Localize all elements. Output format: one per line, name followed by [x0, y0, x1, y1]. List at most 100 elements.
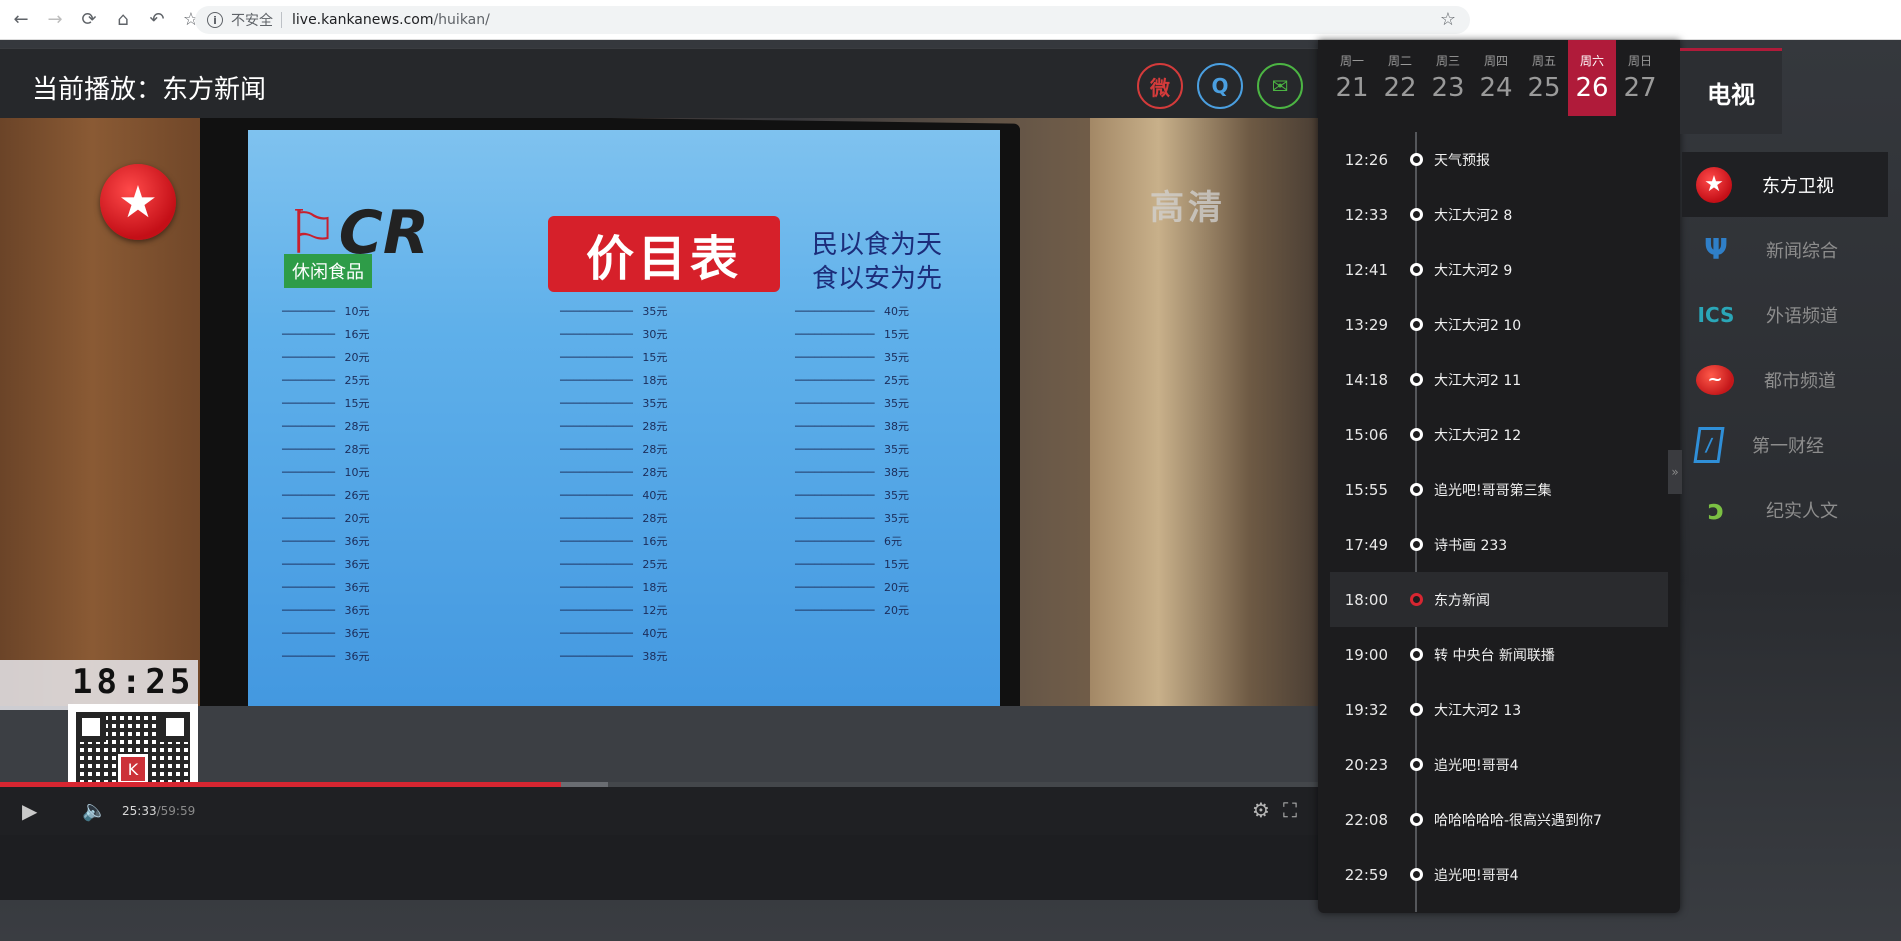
program-time: 14:18	[1344, 370, 1388, 389]
menu-row: ──────────── 6元	[795, 535, 902, 548]
weibo-icon[interactable]: 微	[1137, 63, 1183, 109]
program-item[interactable]: 12:26 天气预报	[1330, 132, 1668, 187]
program-name: 东方新闻	[1434, 593, 1490, 609]
collapse-chevron-icon[interactable]: »	[1668, 450, 1682, 494]
program-name: 诗书画 233	[1434, 538, 1508, 554]
program-item[interactable]: 15:06 大江大河2 12	[1330, 407, 1668, 462]
menu-row: ──────── 28元	[282, 443, 370, 456]
program-time: 18:00	[1344, 590, 1388, 609]
forward-icon[interactable]: →	[42, 7, 68, 33]
fullscreen-icon[interactable]: ⛶	[1283, 798, 1297, 822]
menu-row: ──────────── 35元	[795, 443, 909, 456]
price-list-title: 价目表	[548, 216, 780, 292]
menu-row: ──────── 36元	[282, 604, 370, 617]
dushi-icon: ~	[1696, 364, 1734, 395]
menu-row: ──────────── 38元	[795, 466, 909, 479]
timeline-dot-icon	[1410, 153, 1423, 166]
menu-row: ──────── 15元	[282, 397, 370, 410]
day-tab[interactable]: 周四 24	[1472, 40, 1520, 116]
settings-gear-icon[interactable]: ⚙	[1252, 798, 1270, 822]
program-item[interactable]: 12:41 大江大河2 9	[1330, 242, 1668, 297]
program-time: 12:26	[1344, 150, 1388, 169]
timeline-dot-icon	[1410, 758, 1423, 771]
program-item-current[interactable]: 18:00 东方新闻	[1330, 572, 1668, 627]
channel-item-jishi[interactable]: ↄ 纪实人文	[1682, 477, 1888, 542]
program-name: 追光吧!哥哥4	[1434, 758, 1519, 774]
channel-list: ★ 东方卫视 Ψ 新闻综合 ICS 外语频道 ~ 都市频道 / 第一财经 ↄ 纪…	[1682, 152, 1888, 542]
program-item[interactable]: 13:29 大江大河2 10	[1330, 297, 1668, 352]
program-item[interactable]: 12:33 大江大河2 8	[1330, 187, 1668, 242]
home-icon[interactable]: ⌂	[110, 7, 136, 33]
menu-row: ──────── 16元	[282, 328, 370, 341]
url-host: live.kankanews.com	[292, 12, 434, 28]
program-name: 大江大河2 9	[1434, 263, 1513, 279]
channel-label: 东方卫视	[1762, 175, 1834, 197]
menu-column: ─────────── 35元 ─────────── 30元 ────────…	[560, 300, 667, 668]
program-time: 19:00	[1344, 645, 1388, 664]
menu-row: ──────── 26元	[282, 489, 370, 502]
reload-icon[interactable]: ⟳	[76, 7, 102, 33]
channel-item-caijing[interactable]: / 第一财经	[1682, 412, 1888, 477]
menu-row: ──────── 10元	[282, 466, 370, 479]
channel-item-news[interactable]: Ψ 新闻综合	[1682, 217, 1888, 282]
program-item[interactable]: 22:08 哈哈哈哈哈-很高兴遇到你7	[1330, 792, 1668, 847]
menu-row: ─────────── 12元	[560, 604, 668, 617]
menu-row: ──────────── 35元	[795, 512, 909, 525]
page: 当前播放：东方新闻 微 Q ✉ ⚐CR 价目表 民以食为天 食以安为先 休闲食品…	[0, 40, 1901, 941]
channel-item-dushi[interactable]: ~ 都市频道	[1682, 347, 1888, 412]
day-tab[interactable]: 周三 23	[1424, 40, 1472, 116]
program-time: 20:23	[1344, 755, 1388, 774]
day-tab[interactable]: 周五 25	[1520, 40, 1568, 116]
info-icon[interactable]: i	[207, 12, 223, 28]
program-item[interactable]: 17:49 诗书画 233	[1330, 517, 1668, 572]
program-item[interactable]: 22:59 追光吧!哥哥4	[1330, 847, 1668, 902]
time-total: /59:59	[156, 804, 196, 818]
program-item[interactable]: 14:18 大江大河2 11	[1330, 352, 1668, 407]
day-date: 22	[1383, 73, 1417, 103]
program-name: 大江大河2 8	[1434, 208, 1513, 224]
volume-icon[interactable]: 🔈	[82, 798, 107, 822]
menu-row: ─────────── 16元	[560, 535, 668, 548]
back-icon[interactable]: ←	[8, 7, 34, 33]
program-name: 天气预报	[1434, 153, 1490, 169]
menu-column: ──────── 10元 ──────── 16元 ──────── 20元 ─…	[282, 300, 369, 668]
day-date: 27	[1623, 73, 1657, 103]
channel-label: 纪实人文	[1766, 500, 1838, 522]
program-time: 17:49	[1344, 535, 1388, 554]
dongfang-star-icon: ★	[1696, 166, 1732, 203]
day-tab[interactable]: 周日 27	[1616, 40, 1664, 116]
wechat-icon[interactable]: ✉	[1257, 63, 1303, 109]
divider	[281, 12, 282, 28]
video-frame[interactable]: ⚐CR 价目表 民以食为天 食以安为先 休闲食品 ──────── 10元 ──…	[0, 118, 1318, 782]
program-item[interactable]: 15:55 追光吧!哥哥第三集	[1330, 462, 1668, 517]
hd-watermark: 高清	[1150, 188, 1226, 228]
undo-icon[interactable]: ↶	[144, 7, 170, 33]
menu-row: ─────────── 38元	[560, 650, 668, 663]
menu-row: ─────────── 28元	[560, 512, 668, 525]
program-item[interactable]: 19:00 转 中央台 新闻联播	[1330, 627, 1668, 682]
channel-item-ics[interactable]: ICS 外语频道	[1682, 282, 1888, 347]
day-tab-active[interactable]: 周六 26	[1568, 40, 1616, 116]
play-icon[interactable]: ▶	[22, 799, 37, 823]
day-tab[interactable]: 周二 22	[1376, 40, 1424, 116]
address-bar[interactable]: i 不安全 live.kankanews.com/huikan/ ☆	[195, 6, 1470, 34]
qq-icon[interactable]: Q	[1197, 63, 1243, 109]
menu-row: ──────── 36元	[282, 558, 370, 571]
channel-label: 都市频道	[1764, 370, 1836, 392]
day-tab[interactable]: 周一 21	[1328, 40, 1376, 116]
day-weekday: 周四	[1483, 54, 1508, 68]
star-icon[interactable]: ☆	[1440, 9, 1456, 30]
timeline-dot-icon	[1410, 318, 1423, 331]
slogan-line: 民以食为天	[812, 230, 943, 260]
timeline-dot-icon	[1410, 538, 1423, 551]
program-item[interactable]: 19:32 大江大河2 13	[1330, 682, 1668, 737]
news-u-icon: Ψ	[1704, 233, 1728, 266]
tab-tv[interactable]: 电视	[1680, 48, 1782, 134]
program-time: 12:33	[1344, 205, 1388, 224]
menu-row: ──────────── 35元	[795, 397, 909, 410]
program-name: 哈哈哈哈哈-很高兴遇到你7	[1434, 813, 1602, 829]
program-item[interactable]: 20:23 追光吧!哥哥4	[1330, 737, 1668, 792]
program-time: 13:29	[1344, 315, 1388, 334]
program-name: 大江大河2 10	[1434, 318, 1522, 334]
channel-item-dongfang[interactable]: ★ 东方卫视	[1682, 152, 1888, 217]
